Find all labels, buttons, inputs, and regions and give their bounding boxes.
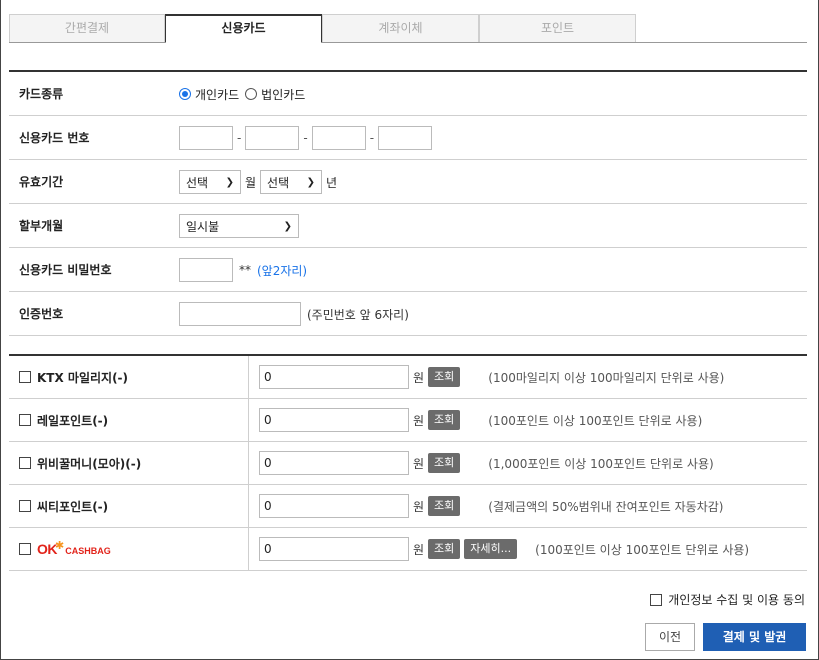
card-number-label: 신용카드 번호 (19, 131, 90, 145)
rail-point-amount-input[interactable]: 0 (259, 408, 409, 432)
auth-hint: (주민번호 앞 6자리) (307, 307, 409, 322)
password-input[interactable] (179, 258, 233, 282)
year-unit: 년 (326, 175, 338, 190)
row-password: 신용카드 비밀번호 ** (앞2자리) (9, 248, 807, 292)
prev-button[interactable]: 이전 (645, 623, 695, 651)
okcashbag-star-icon: ✱ (55, 539, 65, 552)
point-row-okcashbag: OK ✱ CASHBAG 0 원 조회 자세히... (100포인트 이상 10… (9, 528, 807, 571)
okcashbag-note: (100포인트 이상 100포인트 단위로 사용) (535, 542, 750, 557)
privacy-agree-checkbox[interactable] (650, 593, 663, 606)
chevron-down-icon: ❯ (225, 176, 234, 188)
rail-point-note: (100포인트 이상 100포인트 단위로 사용) (488, 413, 703, 428)
card-number-dash: - (369, 131, 375, 145)
ktx-checkbox[interactable] (19, 371, 31, 383)
wibee-checkbox[interactable] (19, 457, 31, 469)
won-unit: 원 (413, 370, 425, 385)
card-form: 카드종류 개인카드 법인카드 신용카드 번호 - - - 유효기간 선택 ❯ 월 (9, 70, 807, 336)
installment-label: 할부개월 (19, 219, 64, 233)
radio-personal-card[interactable] (179, 88, 191, 100)
chevron-down-icon: ❯ (283, 220, 292, 232)
okcashbag-checkbox[interactable] (19, 543, 31, 555)
rail-point-label: 레일포인트(-) (37, 413, 109, 428)
won-unit: 원 (413, 542, 425, 557)
wibee-note: (1,000포인트 이상 100포인트 단위로 사용) (488, 456, 714, 471)
citi-label: 씨티포인트(-) (37, 499, 109, 514)
auth-label: 인증번호 (19, 307, 64, 321)
card-number-input-3[interactable] (311, 126, 366, 150)
rail-point-checkbox[interactable] (19, 414, 31, 426)
won-unit: 원 (413, 413, 425, 428)
won-unit: 원 (413, 456, 425, 471)
row-expiry: 유효기간 선택 ❯ 월 선택 ❯ 년 (9, 160, 807, 204)
point-row-ktx: KTX 마일리지(-) 0 원 조회 (100마일리지 이상 100마일리지 단… (9, 356, 807, 399)
point-row-rail: 레일포인트(-) 0 원 조회 (100포인트 이상 100포인트 단위로 사용… (9, 399, 807, 442)
okcashbag-logo-cashbag: CASHBAG (65, 546, 111, 556)
points-table: KTX 마일리지(-) 0 원 조회 (100마일리지 이상 100마일리지 단… (9, 354, 807, 571)
pay-and-issue-button[interactable]: 결제 및 발권 (703, 623, 806, 651)
row-auth: 인증번호 (주민번호 앞 6자리) (9, 292, 807, 336)
citi-checkbox[interactable] (19, 500, 31, 512)
expiry-month-value: 선택 (186, 175, 209, 190)
expiry-month-select[interactable]: 선택 ❯ (179, 170, 241, 194)
password-label: 신용카드 비밀번호 (19, 263, 112, 277)
row-installment: 할부개월 일시불 ❯ (9, 204, 807, 248)
wibee-amount-input[interactable]: 0 (259, 451, 409, 475)
ktx-amount-input[interactable]: 0 (259, 365, 409, 389)
card-number-dash: - (237, 131, 242, 145)
okcashbag-lookup-button[interactable]: 조회 (428, 539, 461, 559)
point-row-wibee: 위비꿀머니(모아)(-) 0 원 조회 (1,000포인트 이상 100포인트 … (9, 442, 807, 485)
radio-corporate-card[interactable] (245, 88, 258, 100)
expiry-year-select[interactable]: 선택 ❯ (260, 170, 323, 194)
won-unit: 원 (413, 499, 425, 514)
month-unit: 월 (245, 175, 257, 190)
row-card-number: 신용카드 번호 - - - (9, 116, 807, 160)
point-row-citi: 씨티포인트(-) 0 원 조회 (결제금액의 50%범위내 잔여포인트 자동차감… (9, 485, 807, 528)
wibee-lookup-button[interactable]: 조회 (428, 453, 461, 473)
expiry-label: 유효기간 (19, 175, 64, 189)
password-mask: ** (239, 263, 251, 277)
okcashbag-detail-button[interactable]: 자세히... (464, 539, 518, 559)
ktx-lookup-button[interactable]: 조회 (428, 367, 461, 387)
ktx-note: (100마일리지 이상 100마일리지 단위로 사용) (488, 370, 725, 385)
citi-note: (결제금액의 50%범위내 잔여포인트 자동차감) (488, 499, 724, 514)
privacy-agree-label: 개인정보 수집 및 이용 동의 (668, 593, 805, 607)
tab-bank-transfer[interactable]: 계좌이체 (322, 14, 479, 42)
privacy-agree[interactable]: 개인정보 수집 및 이용 동의 (650, 591, 805, 608)
citi-lookup-button[interactable]: 조회 (428, 496, 461, 516)
chevron-down-icon: ❯ (306, 176, 316, 188)
row-card-type: 카드종류 개인카드 법인카드 (9, 72, 807, 116)
installment-value: 일시불 (186, 219, 220, 234)
personal-card-label: 개인카드 (195, 87, 240, 102)
card-number-dash: - (303, 131, 308, 145)
okcashbag-amount-input[interactable]: 0 (259, 537, 409, 561)
password-hint: (앞2자리) (257, 263, 308, 278)
ktx-label: KTX 마일리지(-) (37, 370, 129, 385)
card-number-input-2[interactable] (245, 126, 300, 150)
okcashbag-logo-ok: OK (37, 541, 58, 557)
tab-credit-card[interactable]: 신용카드 (165, 14, 322, 43)
card-number-input-4[interactable] (378, 126, 433, 150)
citi-amount-input[interactable]: 0 (259, 494, 409, 518)
payment-tabs: 간편결제 신용카드 계좌이체 포인트 (9, 14, 807, 43)
corporate-card-label: 법인카드 (261, 87, 306, 102)
tab-points[interactable]: 포인트 (479, 14, 636, 42)
auth-input[interactable] (179, 302, 301, 326)
tab-easy-pay[interactable]: 간편결제 (9, 14, 165, 42)
installment-select[interactable]: 일시불 ❯ (179, 214, 299, 238)
card-number-input-1[interactable] (179, 126, 233, 150)
okcashbag-logo: OK ✱ CASHBAG (37, 539, 111, 557)
wibee-label: 위비꿀머니(모아)(-) (37, 456, 142, 471)
expiry-year-value: 선택 (267, 175, 290, 190)
rail-point-lookup-button[interactable]: 조회 (428, 410, 461, 430)
card-type-label: 카드종류 (19, 87, 64, 101)
